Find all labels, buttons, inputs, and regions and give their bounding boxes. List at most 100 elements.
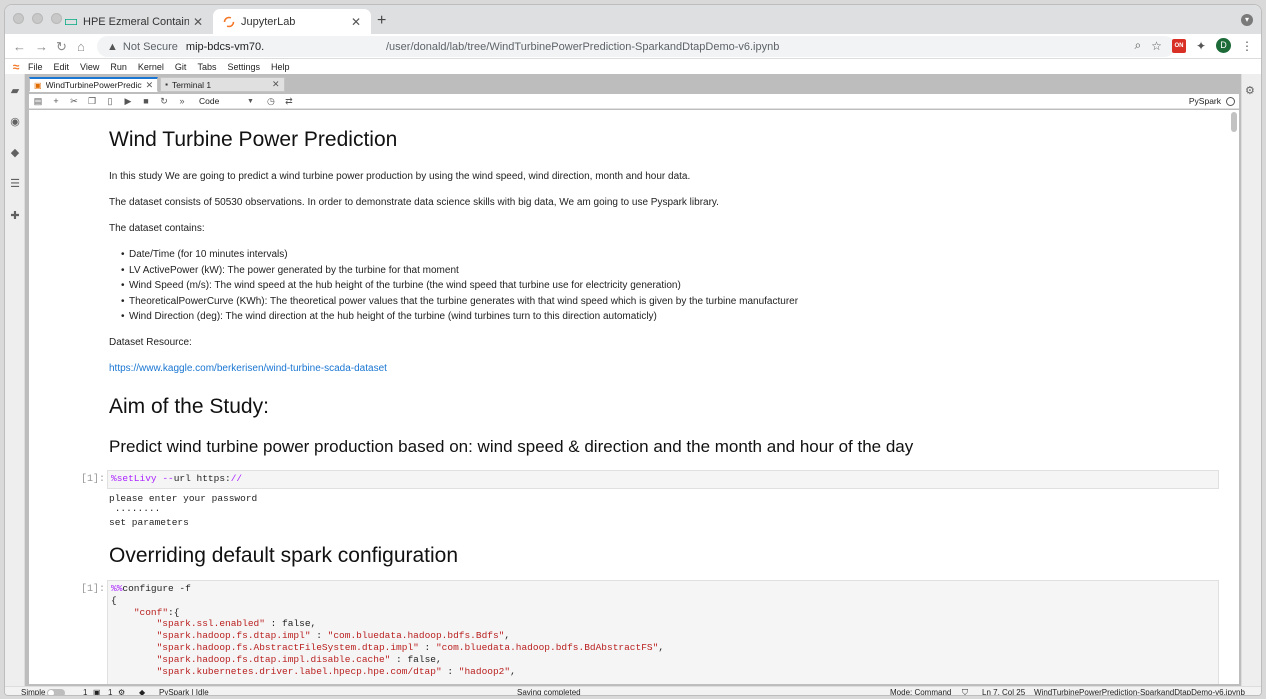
- notebook-area[interactable]: Wind Turbine Power Prediction In this st…: [29, 110, 1239, 684]
- code-cell[interactable]: %%configure -f { "conf":{ "spark.ssl.ena…: [107, 580, 1219, 684]
- cell-type-select[interactable]: Code: [199, 96, 247, 106]
- browser-tab-hpe[interactable]: HPE Ezmeral Container Platfor ✕: [55, 9, 213, 34]
- menu-help[interactable]: Help: [270, 62, 291, 72]
- jupyter-menubar: ≈ File Edit View Run Kernel Git Tabs Set…: [5, 59, 1261, 74]
- dataset-paragraph: The dataset consists of 50530 observatio…: [109, 197, 719, 208]
- paste-icon[interactable]: ▯: [101, 96, 119, 107]
- main-dock: ▣ WindTurbinePowerPredicti ✕ ▪ Terminal …: [25, 74, 1243, 686]
- extensions-puzzle-icon[interactable]: ✦: [1196, 39, 1206, 53]
- reload-icon[interactable]: ↻: [56, 39, 67, 55]
- left-sidebar: ▰ ◉ ◆ ☰ ✚: [5, 74, 25, 686]
- code-key: "conf": [133, 606, 169, 618]
- menu-kernel[interactable]: Kernel: [137, 62, 165, 72]
- code-text: : false,: [390, 653, 442, 665]
- close-tab-icon[interactable]: ✕: [193, 15, 203, 29]
- hpe-logo-icon: [65, 16, 77, 28]
- list-item: Wind Direction (deg): The wind direction…: [121, 311, 657, 322]
- kernel-name[interactable]: PySpark: [1189, 96, 1221, 106]
- notebook-title: Wind Turbine Power Prediction: [109, 128, 398, 151]
- home-icon[interactable]: ⌂: [77, 39, 85, 54]
- browser-menu-icon[interactable]: ⋮: [1241, 39, 1253, 53]
- code-text: : false,: [264, 618, 317, 630]
- menu-view[interactable]: View: [79, 62, 100, 72]
- close-tab-icon[interactable]: ✕: [351, 15, 361, 29]
- code-key: "spark.hadoop.fs.dtap.impl": [156, 630, 311, 642]
- restart-icon[interactable]: ↻: [155, 96, 173, 107]
- url-host: mip-bdcs-vm70.: [185, 40, 265, 53]
- code-string: "hadoop2": [458, 665, 511, 677]
- notebook-toolbar: ▤ + ✂ ❐ ▯ ▶ ■ ↻ » Code ▼ ◷ ⇄ PySpark: [29, 94, 1239, 109]
- document-tabs: ▣ WindTurbinePowerPredicti ✕ ▪ Terminal …: [29, 77, 287, 92]
- git-icon[interactable]: ◆: [8, 146, 22, 160]
- menu-settings[interactable]: Settings: [226, 62, 261, 72]
- stop-icon[interactable]: ■: [137, 96, 155, 106]
- running-icon[interactable]: ◉: [8, 115, 22, 129]
- code-key: "spark.kubernetes.driver.label.hpecp.hpe…: [156, 665, 442, 677]
- list-item: Date/Time (for 10 minutes intervals): [121, 249, 288, 260]
- new-tab-button[interactable]: +: [377, 12, 386, 30]
- output-line: set parameters: [109, 516, 189, 528]
- forward-icon[interactable]: →: [35, 39, 48, 54]
- browser-tab-jupyterlab[interactable]: JupyterLab ✕: [213, 9, 371, 34]
- code-magic: %%: [111, 583, 123, 594]
- minimize-window-button[interactable]: [32, 13, 43, 24]
- list-item: Wind Speed (m/s): The wind speed at the …: [121, 280, 681, 291]
- git-diff-icon[interactable]: ⇄: [280, 96, 298, 107]
- extension-manager-icon[interactable]: ✚: [8, 209, 22, 223]
- save-icon[interactable]: ▤: [29, 96, 47, 107]
- browser-tab-title: JupyterLab: [241, 15, 296, 28]
- tab-terminal[interactable]: ▪ Terminal 1 ✕: [160, 77, 285, 92]
- folder-icon[interactable]: ▰: [8, 84, 22, 98]
- close-window-button[interactable]: [13, 13, 24, 24]
- cut-icon[interactable]: ✂: [65, 96, 83, 107]
- tab-notebook[interactable]: ▣ WindTurbinePowerPredicti ✕: [29, 77, 159, 92]
- kernel-state[interactable]: PySpark | Idle: [159, 688, 209, 695]
- clock-icon[interactable]: ◷: [262, 96, 280, 107]
- menu-git[interactable]: Git: [174, 62, 188, 72]
- address-bar-row: ← → ↻ ⌂ ▲ Not Secure mip-bdcs-vm70. /use…: [5, 34, 1261, 59]
- override-title: Overriding default spark configuration: [109, 544, 459, 567]
- menu-edit[interactable]: Edit: [53, 62, 71, 72]
- menu-file[interactable]: File: [27, 62, 44, 72]
- chevron-down-icon[interactable]: ▼: [247, 98, 254, 105]
- jupyter-logo-icon: [223, 16, 235, 28]
- output-line: please enter your password: [109, 493, 258, 504]
- code-operator: --: [162, 473, 174, 484]
- back-icon[interactable]: ←: [13, 39, 26, 54]
- tab-search-icon[interactable]: ▾: [1241, 14, 1253, 26]
- code-cell[interactable]: %setLivy --url https://: [107, 470, 1219, 489]
- code-text: ,: [510, 665, 516, 677]
- fast-forward-icon[interactable]: »: [173, 96, 191, 106]
- menu-run[interactable]: Run: [109, 62, 128, 72]
- code-operator: //: [230, 473, 243, 484]
- cell-prompt: [1]:: [81, 584, 106, 595]
- property-inspector-icon[interactable]: ⚙: [1245, 84, 1255, 97]
- status-count: 1: [83, 688, 88, 696]
- code-text: ,: [504, 630, 511, 642]
- mode-indicator: Mode: Command: [890, 688, 952, 696]
- git-icon[interactable]: ◆: [139, 688, 145, 695]
- address-bar[interactable]: ▲ Not Secure mip-bdcs-vm70. /user/donald…: [97, 36, 1175, 57]
- extension-icon[interactable]: ON: [1171, 38, 1186, 53]
- security-label: Not Secure: [122, 40, 178, 53]
- close-tab-icon[interactable]: ✕: [272, 79, 280, 90]
- profile-avatar[interactable]: D: [1216, 38, 1231, 53]
- add-cell-icon[interactable]: +: [47, 96, 65, 106]
- browser-window: HPE Ezmeral Container Platfor ✕ JupyterL…: [4, 4, 1262, 696]
- close-tab-icon[interactable]: ✕: [146, 80, 154, 91]
- menu-tabs[interactable]: Tabs: [196, 62, 217, 72]
- bookmark-star-icon[interactable]: ☆: [1151, 39, 1162, 53]
- scrollbar[interactable]: [1231, 112, 1237, 132]
- copy-icon[interactable]: ❐: [83, 96, 101, 107]
- run-icon[interactable]: ▶: [119, 96, 137, 107]
- code-magic: %setLivy: [111, 473, 157, 484]
- code-text: :: [418, 641, 436, 653]
- code-text: :{: [168, 606, 180, 618]
- dataset-link[interactable]: https://www.kaggle.com/berkerisen/wind-t…: [109, 363, 387, 374]
- toc-icon[interactable]: ☰: [8, 177, 22, 191]
- zoom-icon[interactable]: ⌕: [1134, 38, 1141, 53]
- cursor-position[interactable]: Ln 7, Col 25: [982, 688, 1025, 695]
